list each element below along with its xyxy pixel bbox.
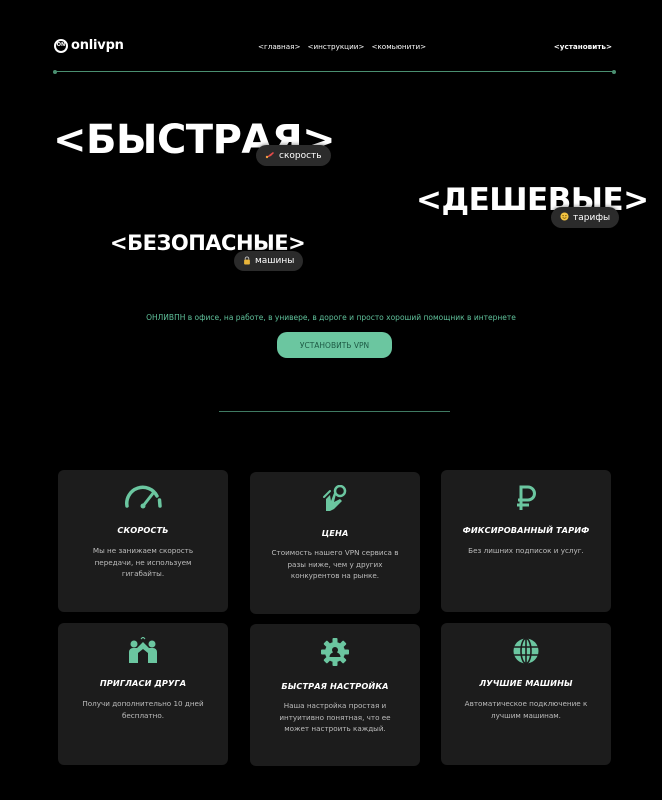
feature-title: ПРИГЛАСИ ДРУГА (99, 678, 187, 688)
nav-item-instructions[interactable]: <инструкции> (307, 42, 364, 51)
smiley-icon (560, 212, 569, 223)
feature-desc: Наша настройка простая и интуитивно поня… (279, 701, 391, 733)
friends-icon (58, 637, 228, 663)
logo-mark-icon: ON (54, 38, 68, 53)
feature-card-speed: СКОРОСТЬ Мы не занижаем скорость передач… (58, 470, 228, 612)
header-divider (53, 69, 616, 74)
pill-speed-label: скорость (279, 150, 322, 161)
logo-mark-text: ON (56, 42, 66, 48)
feature-desc: Без лишних подписок и услуг. (468, 546, 584, 555)
feature-card-fixed-tariff: ФИКСИРОВАННЫЙ ТАРИФ Без лишних подписок … (441, 470, 611, 612)
feature-title: БЫСТРАЯ НАСТРОЙКА (281, 681, 389, 691)
feature-card-price: ЦЕНА Стоимость нашего VPN сервиса в разы… (250, 472, 420, 614)
feature-desc: Мы не занижаем скорость передачи, не исп… (92, 546, 194, 578)
hero-tagline: ОНЛИВПН в офисе, на работе, в универе, в… (146, 313, 516, 322)
feature-desc: Стоимость нашего VPN сервиса в разы ниже… (271, 548, 399, 580)
pill-tariffs-label: тарифы (573, 212, 611, 223)
feature-desc: Получи дополнительно 10 дней бесплатно. (82, 699, 204, 720)
pill-machines: машины (234, 251, 304, 271)
speedometer-icon (58, 484, 228, 510)
nav-item-home[interactable]: <главная> (258, 42, 300, 51)
section-divider (219, 411, 450, 412)
feature-title: ЛУЧШИЕ МАШИНЫ (479, 678, 573, 688)
lock-icon (243, 255, 251, 267)
globe-icon (441, 637, 611, 665)
feature-desc: Автоматическое подключение к лучшим маши… (464, 699, 588, 720)
nav-item-community[interactable]: <комьюнити> (371, 42, 426, 51)
ruble-icon (441, 484, 611, 512)
feature-card-best-machines: ЛУЧШИЕ МАШИНЫ Автоматическое подключение… (441, 623, 611, 765)
hand-coin-icon (250, 485, 420, 513)
header-install-link[interactable]: <установить> (554, 42, 612, 51)
feature-card-quick-setup: БЫСТРАЯ НАСТРОЙКА Наша настройка простая… (250, 624, 420, 766)
main-nav: <главная> <инструкции> <комьюнити> (258, 42, 426, 51)
feature-title: ЦЕНА (321, 528, 349, 538)
pill-speed: скорость (256, 145, 331, 166)
pill-tariffs: тарифы (551, 207, 620, 228)
logo[interactable]: ON onlivpn (54, 38, 124, 53)
feature-title: ФИКСИРОВАННЫЙ ТАРИФ (462, 525, 590, 535)
rocket-icon (265, 151, 275, 161)
gear-icon (250, 637, 420, 667)
feature-title: СКОРОСТЬ (117, 525, 169, 535)
feature-card-invite-friend: ПРИГЛАСИ ДРУГА Получи дополнительно 10 д… (58, 623, 228, 765)
logo-text: onlivpn (71, 38, 124, 53)
pill-machines-label: машины (255, 256, 295, 266)
install-vpn-button[interactable]: УСТАНОВИТЬ VPN (277, 332, 392, 358)
